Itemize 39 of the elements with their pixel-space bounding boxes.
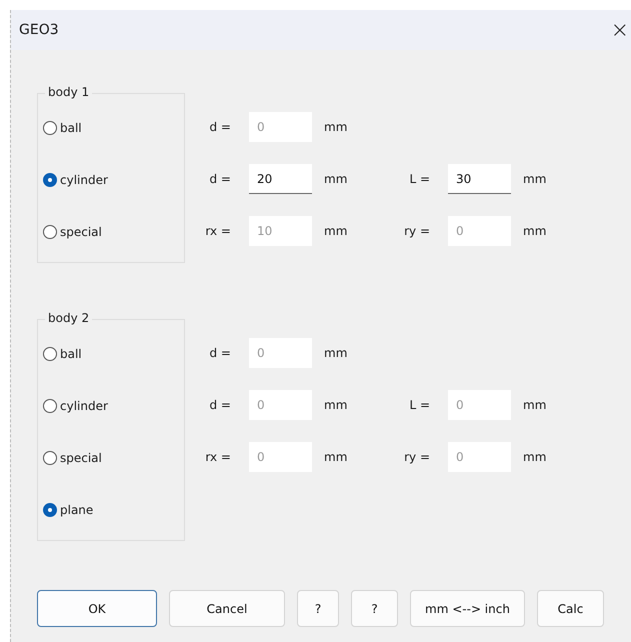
unit-label: mm (324, 172, 348, 186)
field-label: d = (208, 120, 231, 134)
radio-option[interactable]: cylinder (38, 399, 108, 413)
dialog-button[interactable]: Cancel (169, 590, 285, 627)
dialog-button[interactable]: ? (351, 590, 398, 627)
unit-label: mm (324, 224, 348, 238)
radio-option[interactable]: cylinder (38, 173, 108, 187)
group-label: body 1 (45, 85, 92, 99)
unit-label: mm (324, 398, 348, 412)
field-label: L = (408, 172, 430, 186)
unit-label: mm (523, 398, 548, 412)
field-label: rx = (204, 224, 231, 238)
unit-label: mm (523, 450, 548, 464)
dialog-button[interactable]: OK (37, 590, 157, 627)
unit-label: mm (324, 120, 348, 134)
radio-option[interactable]: ball (38, 347, 82, 361)
input-field[interactable]: 20 (249, 164, 312, 194)
radio-option[interactable]: special (38, 225, 102, 239)
radio-option[interactable]: plane (38, 503, 94, 517)
field-label: rx = (204, 450, 231, 464)
unit-label: mm (523, 172, 548, 186)
dialog-button[interactable]: ? (297, 590, 339, 627)
dialog-button[interactable]: mm <--> inch (410, 590, 525, 627)
window-title: GEO3 (19, 22, 59, 38)
unit-label: mm (324, 346, 348, 360)
close-button[interactable]: × (608, 18, 631, 42)
dialog-button[interactable]: Calc (537, 590, 604, 627)
radio-option[interactable]: ball (38, 121, 82, 135)
field-label: d = (208, 172, 231, 186)
unit-label: mm (523, 224, 548, 238)
field-label: d = (208, 398, 231, 412)
field-label: ry = (403, 450, 430, 464)
field-label: ry = (403, 224, 430, 238)
group-label: body 2 (45, 311, 92, 325)
input-field[interactable]: 30 (448, 164, 511, 194)
field-label: d = (208, 346, 231, 360)
field-label: L = (408, 398, 430, 412)
unit-label: mm (324, 450, 348, 464)
radio-option[interactable]: special (38, 451, 102, 465)
